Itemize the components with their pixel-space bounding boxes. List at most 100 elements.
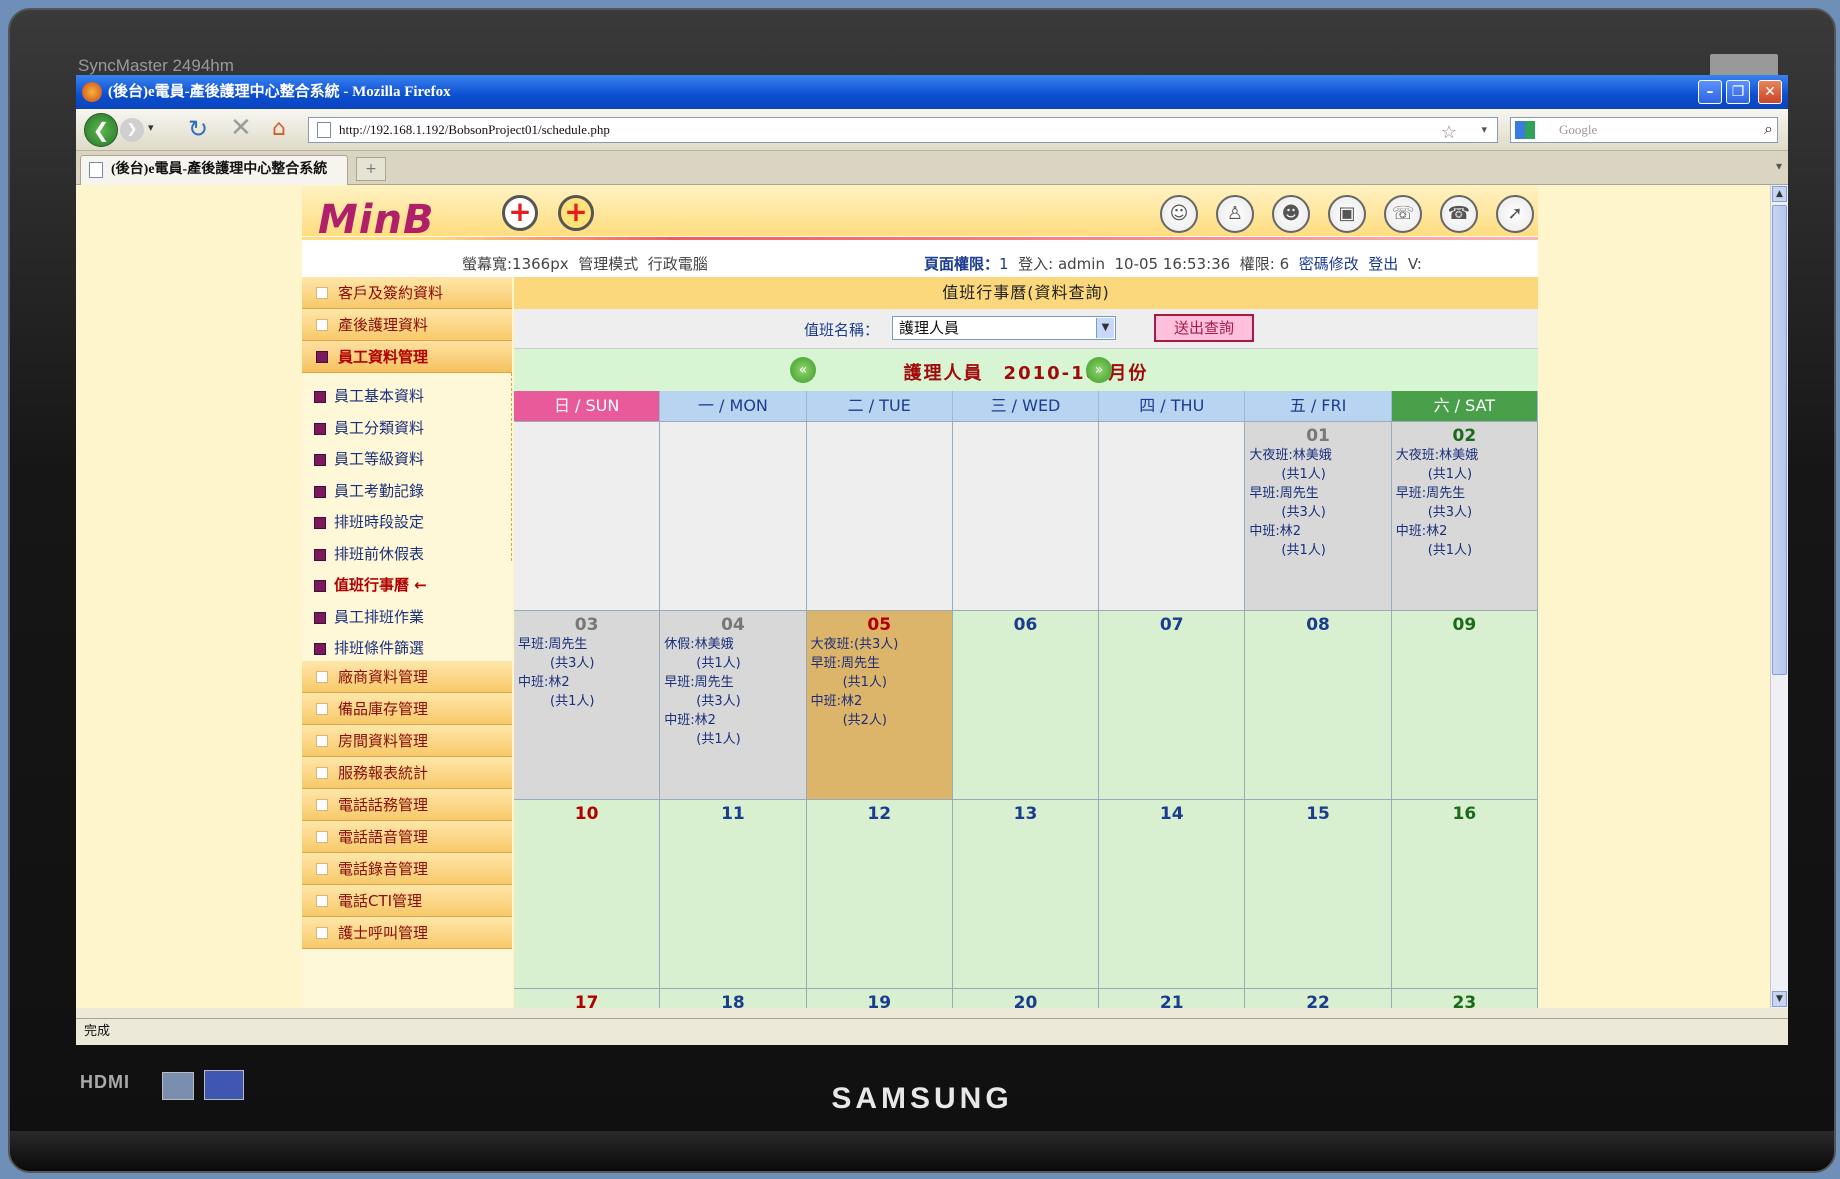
sidebar-item-customers[interactable]: 客戶及簽約資料 [302,277,512,309]
logout-link[interactable]: 登出 [1368,255,1398,273]
submit-query-button[interactable]: 送出查詢 [1154,314,1254,342]
sidebar-item-rooms[interactable]: 房間資料管理 [302,725,512,757]
calendar-day-cell[interactable]: 04 休假:林美娥 (共1人) 早班:周先生 (共3人) 中班:林2 (共1人) [660,611,807,799]
nurse-icon[interactable]: ☻ [1272,195,1310,233]
submenu-item-schedule-filter[interactable]: 排班條件篩選 [302,633,511,665]
chevron-down-icon[interactable]: ▼ [1096,318,1114,338]
calendar-day-cell[interactable]: 18 [660,989,807,1008]
calendar-day-cell[interactable]: 14 [1099,800,1246,988]
submenu-item-leave-table[interactable]: 排班前休假表 [302,539,511,571]
calendar-day-cell[interactable]: 20 [952,989,1100,1008]
sidebar-item-inventory[interactable]: 備品庫存管理 [302,693,512,725]
calendar-day-cell[interactable]: 13 [952,800,1100,988]
day-number[interactable]: 06 [953,611,1098,635]
day-number[interactable]: 21 [1099,989,1244,1008]
day-number[interactable]: 18 [660,989,805,1008]
day-number[interactable]: 23 [1392,989,1537,1008]
day-number[interactable]: 15 [1245,800,1390,824]
search-bar[interactable]: Google ⌕ [1510,117,1778,143]
day-number[interactable]: 01 [1245,422,1390,446]
back-button[interactable]: ❮ [84,113,118,147]
day-number[interactable]: 07 [1099,611,1244,635]
day-number[interactable]: 02 [1392,422,1537,446]
day-number[interactable]: 04 [660,611,805,635]
calendar-day-cell[interactable]: 03 早班:周先生 (共3人) 中班:林2 (共1人) [514,611,661,799]
url-dropdown-icon[interactable]: ▾ [1481,118,1487,142]
calendar-day-cell[interactable]: 16 [1391,800,1538,988]
forward-button[interactable]: ❯ [120,118,144,142]
day-number[interactable]: 19 [807,989,952,1008]
calendar-day-cell[interactable]: 22 [1245,989,1392,1008]
sidebar-item-vendors[interactable]: 廠商資料管理 [302,661,512,693]
submenu-item-staff-level[interactable]: 員工等級資料 [302,444,511,476]
day-number[interactable]: 11 [660,800,805,824]
red-cross-icon[interactable]: + [502,195,538,231]
change-password-link[interactable]: 密碼修改 [1299,255,1359,273]
calendar-day-cell[interactable]: 15 [1245,800,1392,988]
sidebar-item-phone-voice[interactable]: 電話語音管理 [302,821,512,853]
scroll-up-icon[interactable]: ▲ [1772,186,1787,202]
phone-ring-icon[interactable]: ☎ [1440,195,1478,233]
sidebar-item-postnatal-care[interactable]: 產後護理資料 [302,309,512,341]
calendar-day-cell[interactable]: 09 [1391,611,1538,799]
day-number[interactable]: 03 [514,611,659,635]
tab-active[interactable]: (後台)e電員-產後護理中心整合系統 [80,155,348,185]
submenu-item-attendance[interactable]: 員工考勤記錄 [302,476,511,508]
close-button[interactable]: ✕ [1758,80,1782,104]
exit-icon[interactable]: ➚ [1496,195,1534,233]
address-bar[interactable]: http://192.168.1.192/BobsonProject01/sch… [308,117,1498,143]
day-number[interactable]: 12 [807,800,952,824]
mother-baby-icon[interactable]: ☺ [1160,195,1198,233]
sidebar-item-reports[interactable]: 服務報表統計 [302,757,512,789]
submenu-item-duty-calendar[interactable]: 值班行事曆 ← [302,570,511,602]
new-tab-button[interactable]: + [356,157,386,181]
minimize-button[interactable]: – [1698,80,1722,104]
calendar-day-cell[interactable]: 21 [1099,989,1246,1008]
sidebar-item-nurse-call[interactable]: 護士呼叫管理 [302,917,512,949]
google-icon[interactable] [1515,121,1535,139]
submenu-item-shift-periods[interactable]: 排班時段設定 [302,507,511,539]
sidebar-item-phone-cti[interactable]: 電話CTI管理 [302,885,512,917]
scroll-thumb[interactable] [1772,205,1787,675]
calendar-day-cell[interactable]: 07 [1099,611,1246,799]
calendar-day-cell[interactable]: 17 [514,989,661,1008]
calendar-day-cell[interactable]: 11 [660,800,807,988]
tab-list-icon[interactable]: ▾ [1776,159,1782,173]
day-number[interactable]: 20 [953,989,1098,1008]
red-cross-icon[interactable]: + [558,195,594,231]
calendar-day-cell[interactable]: 23 [1391,989,1538,1008]
submenu-item-staff-basic[interactable]: 員工基本資料 [302,381,511,413]
day-number[interactable]: 10 [514,800,659,824]
calendar-day-cell[interactable]: 08 [1245,611,1392,799]
reload-button[interactable]: ↻ [188,115,208,143]
day-number[interactable]: 22 [1245,989,1390,1008]
calendar-day-cell[interactable]: 06 [952,611,1100,799]
search-icon[interactable]: ⌕ [1764,118,1773,142]
day-number[interactable]: 08 [1245,611,1390,635]
day-number[interactable]: 09 [1392,611,1537,635]
calendar-day-cell[interactable]: 01 大夜班:林美娥 (共1人) 早班:周先生 (共3人) 中班:林2 (共1人) [1245,422,1392,610]
sidebar-item-phone-recording[interactable]: 電話錄音管理 [302,853,512,885]
submenu-item-scheduling[interactable]: 員工排班作業 [302,602,511,634]
duty-name-select[interactable]: 護理人員 ▼ [892,316,1116,340]
vertical-scrollbar[interactable]: ▲ ▼ [1770,185,1788,1008]
submenu-item-staff-category[interactable]: 員工分類資料 [302,413,511,445]
sidebar-item-phone-traffic[interactable]: 電話話務管理 [302,789,512,821]
day-number[interactable]: 17 [514,989,659,1008]
day-number[interactable]: 14 [1099,800,1244,824]
calendar-day-cell[interactable]: 12 [806,800,953,988]
phone-icon[interactable]: ☏ [1384,195,1422,233]
home-button[interactable]: ⌂ [272,116,286,141]
bookmark-star-icon[interactable]: ☆ [1441,120,1457,144]
day-number[interactable]: 13 [953,800,1098,824]
restore-button[interactable]: ❐ [1726,80,1750,104]
monitor-icon[interactable]: ▣ [1328,195,1366,233]
stop-button[interactable]: ✕ [230,113,252,143]
calendar-day-cell[interactable]: 19 [806,989,953,1008]
calendar-day-cell[interactable]: 10 [514,800,661,988]
day-number[interactable]: 16 [1392,800,1537,824]
sidebar-item-staff[interactable]: 員工資料管理 [302,341,512,373]
history-dropdown-icon[interactable]: ▾ [148,121,154,134]
scroll-down-icon[interactable]: ▼ [1772,991,1787,1007]
day-number[interactable]: 05 [807,611,952,635]
